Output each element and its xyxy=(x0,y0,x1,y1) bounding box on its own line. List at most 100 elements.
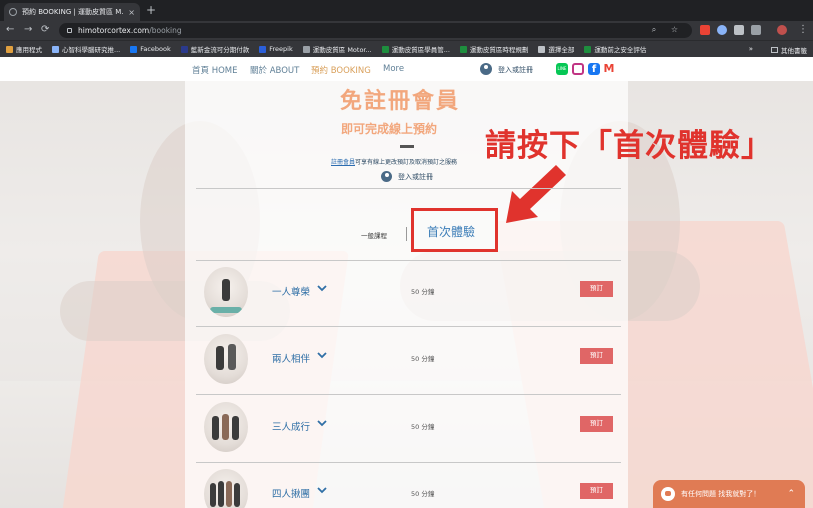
zoom-bookmark-star-icon[interactable]: ⌕ ☆ xyxy=(652,25,684,35)
chevron-down-icon[interactable] xyxy=(317,485,327,495)
service-row: 三人成行 50 分鐘 預訂 xyxy=(196,395,621,461)
nav-more[interactable]: More xyxy=(383,64,404,74)
chat-widget[interactable]: 有任何問題 找我就對了！ ⌃ xyxy=(653,480,805,508)
service-name[interactable]: 兩人相伴 xyxy=(272,351,310,365)
bookmark-label: 選擇全部 xyxy=(548,46,575,54)
service-row: 一人尊榮 50 分鐘 預訂 xyxy=(196,260,621,326)
bookmark-item[interactable]: 運動前之安全評估 xyxy=(584,44,646,54)
user-avatar-icon[interactable] xyxy=(381,171,392,182)
photo-figure xyxy=(218,481,224,507)
photo-figure xyxy=(228,344,236,370)
service-duration: 50 分鐘 xyxy=(411,355,435,363)
bookmark-favicon-icon xyxy=(52,45,59,53)
forward-icon[interactable]: → xyxy=(24,23,32,37)
bookmark-favicon-icon xyxy=(180,45,188,53)
nav-about[interactable]: 關於 ABOUT xyxy=(250,64,299,76)
bookmark-favicon-icon xyxy=(381,45,389,53)
book-button[interactable]: 預訂 xyxy=(580,348,613,364)
line-icon[interactable]: LINE xyxy=(556,63,568,75)
tab-general-courses[interactable]: 一般課程 xyxy=(361,230,387,240)
divider-line xyxy=(196,188,621,189)
browser-menu-icon[interactable]: ⋮ xyxy=(798,23,808,37)
chat-widget-label: 有任何問題 找我就對了！ xyxy=(681,490,761,498)
bookmarks-bar: 應用程式 心智科學腦研究推... Facebook 藍新金流可分期付款 Freepik 運… xyxy=(0,40,813,57)
bookmark-favicon-icon xyxy=(538,45,546,53)
other-bookmarks[interactable]: 其他書籤 xyxy=(771,45,807,55)
register-link[interactable]: 註冊會員 xyxy=(331,159,355,166)
chevron-down-icon[interactable] xyxy=(317,350,327,360)
member-note-text: 可享有線上更改預訂及取消預訂之服務 xyxy=(355,159,458,166)
extension-icon[interactable] xyxy=(734,25,744,35)
chevron-up-icon[interactable]: ⌃ xyxy=(787,489,795,499)
site-header: 首頁 HOME 關於 ABOUT 預約 BOOKING More 登入或註冊 L… xyxy=(0,57,813,81)
bookmark-label: 運動皮質區學員管... xyxy=(391,46,450,54)
service-duration: 50 分鐘 xyxy=(411,288,435,296)
bookmark-item[interactable]: 運動皮質區 Motor... xyxy=(302,44,372,54)
highlight-box xyxy=(411,208,498,252)
photo-figure xyxy=(234,483,240,507)
service-row: 兩人相伴 50 分鐘 預訂 xyxy=(196,327,621,393)
hero-title: 免註冊會員 xyxy=(340,89,461,114)
folder-icon xyxy=(771,47,778,53)
nav-home[interactable]: 首頁 HOME xyxy=(192,64,238,76)
tab-close-icon[interactable]: × xyxy=(128,8,135,17)
bookmark-item[interactable]: Freepik xyxy=(259,45,293,53)
bookmark-label: 應用程式 xyxy=(16,46,42,54)
bookmark-item[interactable]: 應用程式 xyxy=(6,44,42,54)
nav-booking[interactable]: 預約 BOOKING xyxy=(311,64,371,76)
member-note: 註冊會員可享有線上更改預訂及取消預訂之服務 xyxy=(331,157,457,166)
address-bar[interactable]: himotorcortex.com /booking ⌕ ☆ xyxy=(59,23,692,38)
chevron-down-icon[interactable] xyxy=(317,418,327,428)
hero-divider xyxy=(400,145,414,148)
photo-figure xyxy=(212,416,219,440)
url-host: himotorcortex.com xyxy=(78,26,150,35)
gmail-icon[interactable]: M xyxy=(603,63,615,75)
browser-tab[interactable]: 預約 BOOKING | 運動皮質區 M... × xyxy=(4,3,140,21)
instruction-callout: 請按下「首次體驗」 xyxy=(485,128,773,164)
bookmark-item[interactable]: 運動皮質區時程規劃 xyxy=(459,44,528,54)
book-button[interactable]: 預訂 xyxy=(580,281,613,297)
tab-title: 預約 BOOKING | 運動皮質區 M... xyxy=(22,8,125,16)
booking-page: 首頁 HOME 關於 ABOUT 預約 BOOKING More 登入或註冊 L… xyxy=(0,57,813,508)
bookmark-item[interactable]: 選擇全部 xyxy=(538,44,574,54)
extension-icon[interactable] xyxy=(751,25,761,35)
service-name[interactable]: 三人成行 xyxy=(272,419,310,433)
extension-icon[interactable] xyxy=(700,25,710,35)
profile-avatar[interactable] xyxy=(777,25,787,35)
service-name[interactable]: 四人揪團 xyxy=(272,486,310,500)
bookmark-label: 心智科學腦研究推... xyxy=(62,46,121,54)
chat-bubble-icon xyxy=(661,487,675,501)
facebook-icon[interactable]: f xyxy=(588,63,600,75)
browser-tab-strip: 預約 BOOKING | 運動皮質區 M... × + xyxy=(0,0,813,21)
photo-figure xyxy=(232,416,239,440)
reload-icon[interactable]: ⟳ xyxy=(41,23,49,37)
book-button[interactable]: 預訂 xyxy=(580,483,613,499)
login-link[interactable]: 登入或註冊 xyxy=(498,65,533,75)
bookmark-label: 藍新金流可分期付款 xyxy=(190,46,250,54)
book-button[interactable]: 預訂 xyxy=(580,416,613,432)
extension-icon[interactable] xyxy=(717,25,727,35)
bookmark-item[interactable]: 藍新金流可分期付款 xyxy=(180,44,250,54)
bookmarks-overflow-icon[interactable]: » xyxy=(749,45,753,53)
bookmark-item[interactable]: Facebook xyxy=(130,45,171,53)
bookmark-item[interactable]: 運動皮質區學員管... xyxy=(381,44,450,54)
tab-separator xyxy=(406,227,407,241)
service-photo xyxy=(204,334,248,384)
chevron-down-icon[interactable] xyxy=(317,283,327,293)
other-bookmarks-label: 其他書籤 xyxy=(781,47,807,55)
new-tab-button[interactable]: + xyxy=(146,3,156,17)
bookmark-label: 運動前之安全評估 xyxy=(594,46,647,54)
bookmark-item[interactable]: 心智科學腦研究推... xyxy=(52,44,120,54)
bookmark-favicon-icon xyxy=(584,45,592,53)
user-avatar-icon[interactable] xyxy=(480,63,492,75)
bookmark-favicon-icon xyxy=(130,45,138,53)
service-name[interactable]: 一人尊榮 xyxy=(272,284,310,298)
photo-figure xyxy=(210,483,216,507)
hero-login-link[interactable]: 登入或註冊 xyxy=(398,172,433,182)
back-icon[interactable]: ← xyxy=(6,23,14,37)
instagram-icon[interactable] xyxy=(572,63,584,75)
photo-figure xyxy=(226,481,232,507)
url-path: /booking xyxy=(149,26,182,35)
bookmark-label: Freepik xyxy=(269,45,293,53)
bookmark-favicon-icon xyxy=(6,45,13,53)
